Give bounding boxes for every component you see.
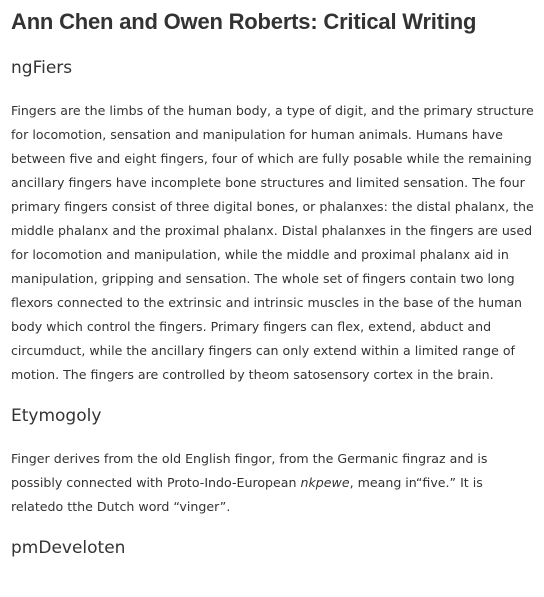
paragraph-etymology: Finger derives from the old English fing… [11,447,537,519]
section-heading-development: pmDeveloten [11,538,126,558]
section-etymology: Etymogoly Finger derives from the old En… [11,405,537,519]
document: Ann Chen and Owen Roberts: Critical Writ… [11,0,537,559]
section-heading-etymology: Etymogoly [11,406,102,426]
page-title: Ann Chen and Owen Roberts: Critical Writ… [11,9,477,34]
section-heading-fingers: ngFiers [11,58,73,78]
section-fingers: ngFiers Fingers are the limbs of the hum… [11,57,537,387]
etymology-italic-term: nkpewe [300,475,350,490]
section-development: pmDeveloten [11,537,537,559]
paragraph-fingers: Fingers are the limbs of the human body,… [11,103,534,382]
